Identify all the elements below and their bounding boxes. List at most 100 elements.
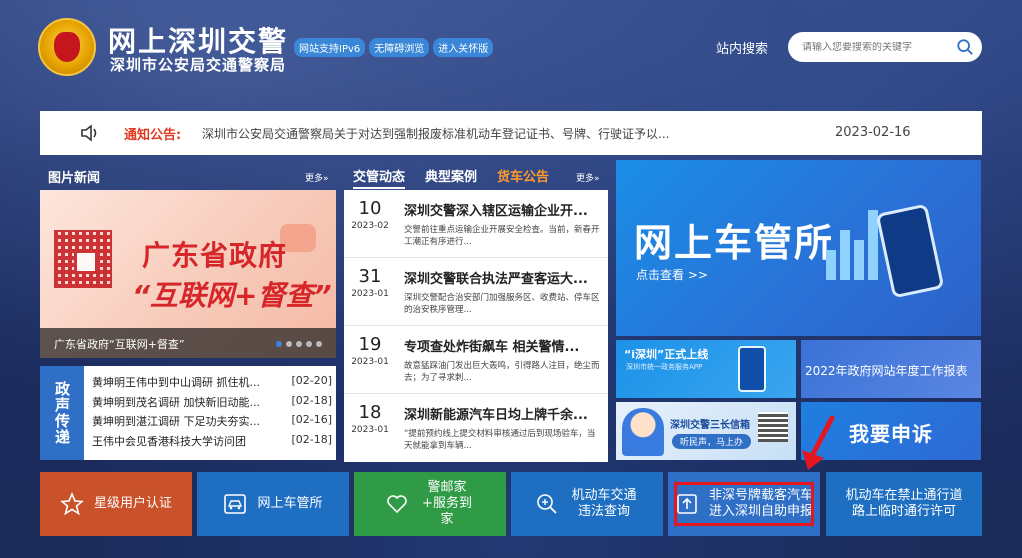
banner-line-2: “互联网+督查” [132,279,332,312]
news-more-link[interactable]: 更多» [576,171,600,184]
search-input[interactable] [802,41,952,53]
temporary-road-permit-button[interactable]: 机动车在禁止通行道路上临时通行许可 [826,472,982,536]
traffic-violation-query-button[interactable]: 机动车交通违法查询 [511,472,663,536]
news-date: 31 2023-01 [344,266,396,299]
ishenzhen-subtitle: 深圳市统一政务服务APP [626,363,703,371]
policy-item-date: [02-16] [291,413,332,426]
search-plus-icon [537,494,557,514]
qr-code-icon [758,412,788,442]
list-item[interactable]: 19 2023-01 专项查处炸街飙车 相关警情... 故意猛踩油门发出巨大轰鸣… [344,326,608,394]
search-box [788,32,982,62]
policy-panel: 政声传递 黄坤明王伟中到中山调研 抓住机... [02-20] 黄坤明到茂名调研… [40,366,336,460]
star-user-certification-button[interactable]: 星级用户认证 [40,472,192,536]
news-year-month: 2023-01 [351,289,389,299]
button-label: 网上车管所 [257,496,323,511]
news-year-month: 2023-02 [351,221,389,231]
speaker-icon [81,124,97,142]
online-vehicle-office-button[interactable]: 网上车管所 [197,472,349,536]
annual-report-title: 2022年政府网站年度工作报表 [805,364,968,378]
news-list: 10 2023-02 深圳交警深入辖区运输企业开... 交警前往重点运输企业开展… [344,190,608,462]
heart-icon [387,495,407,514]
phone-icon [738,346,766,392]
postal-home-service-button[interactable]: 警邮家+服务到家 [354,472,506,536]
mailbox-promo[interactable]: 深圳交警三长信箱 听民声，马上办 [616,402,796,460]
mailbox-title: 深圳交警三长信箱 [670,420,750,431]
red-arrow-icon [802,416,835,470]
annual-report-promo[interactable]: 2022年政府网站年度工作报表 [801,340,981,398]
non-shenzhen-plate-declaration-button[interactable]: 非深号牌载客汽车进入深圳自助申报 [668,472,820,536]
tab-typical-cases[interactable]: 典型案例 [425,166,477,185]
carousel-dot[interactable] [306,341,312,347]
news-summary: “提前预约线上提交材料审核通过后到现场验车，当天就能拿到车辆... [404,429,596,451]
notice-bar: 通知公告: 深圳市公安局交通警察局关于对达到强制报废标准机动车登记证书、号牌、行… [40,111,982,155]
phone-illustration-icon [875,203,945,299]
carousel-dot[interactable] [296,341,302,347]
policy-tag: 政声传递 [40,366,84,460]
news-day: 31 [358,266,382,287]
ishenzhen-promo[interactable]: “i深圳”正式上线 深圳市统一政务服务APP [616,340,796,398]
care-mode-badge[interactable]: 进入关怀版 [433,38,494,57]
site-header: 网上深圳交警 深圳市公安局交通警察局 网站支持IPv6 无障碍浏览 进入关怀版 … [38,16,988,78]
picture-news-banner[interactable]: 广东省政府 “互联网+督查” 广东省政府“互联网+督查” [40,190,336,358]
tab-truck-notices[interactable]: 货车公告 [497,166,549,185]
news-title[interactable]: 深圳新能源汽车日均上牌千余... [404,404,588,423]
news-summary: 深圳交警配合治安部门加强服务区、收费站、停车区的治安秩序管理... [404,293,600,315]
tab-traffic-news[interactable]: 交管动态 [353,166,406,189]
news-year-month: 2023-01 [351,357,389,367]
button-label: 星级用户认证 [93,496,172,511]
promo-big-title: 网上车管所 [634,221,835,265]
news-date: 18 2023-01 [344,402,396,435]
policy-list: 黄坤明王伟中到中山调研 抓住机... [02-20] 黄坤明到茂名调研 加快新旧… [92,374,332,452]
news-date: 10 2023-02 [344,198,396,231]
list-item[interactable]: 王伟中会见香港科技大学访问团 [02-18] [92,433,332,453]
carousel-dot[interactable] [316,341,322,347]
policy-item-date: [02-20] [291,374,332,387]
header-badges: 网站支持IPv6 无障碍浏览 进入关怀版 [294,38,494,57]
highlight-box [674,482,814,526]
button-label: 机动车在禁止通行道路上临时通行许可 [845,488,963,519]
picture-news-title: 图片新闻 [48,171,101,186]
notice-text[interactable]: 深圳市公安局交通警察局关于对达到强制报废标准机动车登记证书、号牌、行驶证予以..… [202,125,669,142]
news-title[interactable]: 专项查处炸街飙车 相关警情... [404,336,579,355]
list-item[interactable]: 黄坤明到湛江调研 下足功夫夯实... [02-16] [92,413,332,433]
news-title[interactable]: 深圳交警联合执法严查客运大... [404,268,588,287]
search-label: 站内搜索 [716,42,769,57]
policy-item-title: 黄坤明到湛江调研 下足功夫夯实... [92,415,260,428]
online-vehicle-office-banner[interactable]: 网上车管所 点击查看 >> [616,160,981,336]
carousel-dots [276,341,322,347]
car-icon [224,494,247,514]
qr-code-icon [54,230,112,288]
chart-illustration-icon [826,190,886,280]
list-item[interactable]: 黄坤明到茂名调研 加快新旧动能... [02-18] [92,394,332,414]
news-date: 19 2023-01 [344,334,396,367]
news-day: 10 [358,198,382,219]
picture-news-more-link[interactable]: 更多» [305,171,329,184]
policy-item-date: [02-18] [291,393,332,407]
policy-item-title: 王伟中会见香港科技大学访问团 [92,434,246,448]
search-icon[interactable] [956,38,974,56]
list-item[interactable]: 10 2023-02 深圳交警深入辖区运输企业开... 交警前往重点运输企业开展… [344,190,608,258]
appeal-title: 我要申诉 [849,422,933,446]
news-day: 19 [358,334,382,355]
button-label: 警邮家+服务到家 [422,480,472,527]
site-subtitle: 深圳市公安局交通警察局 [110,56,287,74]
news-summary: 交警前往重点运输企业开展安全检查。当前，新春开工潮正有序进行... [404,225,600,247]
police-officer-icon [622,408,664,456]
banner-line-1: 广东省政府 [142,239,288,272]
list-item[interactable]: 黄坤明王伟中到中山调研 抓住机... [02-20] [92,374,332,394]
star-icon [59,492,84,516]
notice-label: 通知公告: [124,128,182,143]
promo-big-link[interactable]: 点击查看 >> [636,266,708,283]
notice-date: 2023-02-16 [835,125,911,140]
ipv6-badge[interactable]: 网站支持IPv6 [294,38,366,57]
accessibility-badge[interactable]: 无障碍浏览 [369,38,430,57]
list-item[interactable]: 31 2023-01 深圳交警联合执法严查客运大... 深圳交警配合治安部门加强… [344,258,608,326]
carousel-dot[interactable] [276,341,282,347]
policy-item-title: 黄坤明王伟中到中山调研 抓住机... [92,376,260,389]
news-title[interactable]: 深圳交警深入辖区运输企业开... [404,200,588,219]
banner-caption-text: 广东省政府“互联网+督查” [54,338,185,351]
ishenzhen-title: “i深圳”正式上线 [624,348,709,361]
mailbox-pill: 听民声，马上办 [672,434,752,449]
carousel-dot[interactable] [286,341,292,347]
list-item[interactable]: 18 2023-01 深圳新能源汽车日均上牌千余... “提前预约线上提交材料审… [344,394,608,462]
